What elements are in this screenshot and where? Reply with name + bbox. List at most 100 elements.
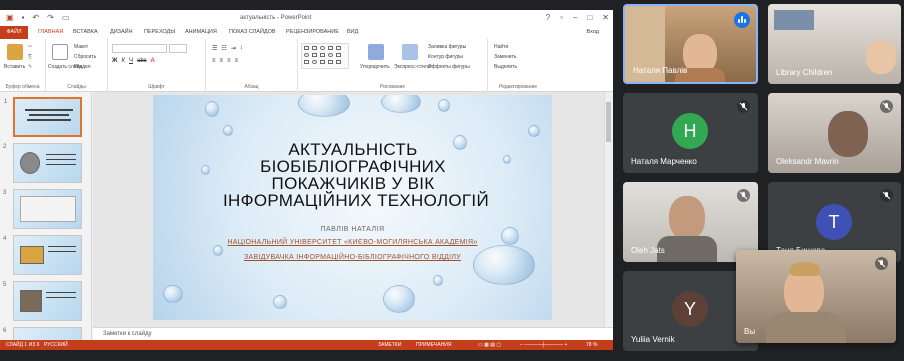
login-link[interactable]: Вход [587,29,599,35]
align-left-icon[interactable]: ≡ [212,58,216,64]
tab-home[interactable]: ГЛАВНАЯ [38,29,63,35]
tab-design[interactable]: ДИЗАЙН [110,29,133,35]
participant-tile[interactable]: Library Children [768,4,901,84]
replace-button[interactable]: Заменить [494,54,516,60]
slide-title-line: ПОКАЖЧИКІВ У ВІК [271,174,435,193]
font-name-box[interactable] [112,44,167,53]
view-buttons-icon[interactable]: ▭ ▦ ▤ ▢ [478,342,501,348]
quick-styles-icon[interactable] [402,44,418,60]
paragraph-group-label: Абзац [244,84,259,90]
quick-styles-button[interactable]: Экспресс-стили [394,64,431,70]
indent-icon[interactable]: ⇥ [231,45,236,52]
slide-thumbnail[interactable]: 6 [3,327,82,340]
select-button[interactable]: Выделить [494,64,517,70]
layout-button[interactable]: Макет [74,44,88,50]
copy-icon[interactable]: ⎘ [28,54,32,60]
slide-thumbnail[interactable]: 5 [3,281,82,321]
tab-transitions[interactable]: ПЕРЕХОДЫ [144,29,175,35]
shapes-gallery[interactable] [301,43,349,69]
language-indicator[interactable]: РУССКИЙ [44,342,68,348]
slide-thumbnail[interactable]: 4 [3,235,82,275]
ribbon-display-icon[interactable]: ▫ [560,13,563,22]
minimize-icon[interactable]: – [573,13,577,22]
cut-icon[interactable]: ✂ [28,44,32,50]
tab-insert[interactable]: ВСТАВКА [73,29,98,35]
arrange-button[interactable]: Упорядочить [360,64,390,70]
shape-outline-button[interactable]: Контур фигуры [428,54,463,60]
align-right-icon[interactable]: ≡ [227,58,231,64]
underline-icon[interactable]: Ч [129,58,133,64]
muted-mic-icon [737,189,750,202]
thumbnail-number: 5 [3,282,7,288]
water-drop-decoration [433,275,443,286]
notes-toggle[interactable]: ЗАМЕТКИ [378,342,401,348]
screen: ▣ ▪ ↶ ↷ ▭ актуальність - PowerPoint ? ▫ … [0,0,904,361]
thumbnail-number: 6 [3,328,7,334]
slide-thumbnail[interactable]: 2 [3,143,82,183]
save-icon[interactable]: ▪ [22,13,25,22]
new-slide-icon[interactable] [52,44,68,60]
avatar: T [816,204,852,240]
slides-group: Создать слайд Макет Сбросить Раздел Слай… [46,39,108,92]
paste-icon[interactable] [7,44,23,60]
water-drop-decoration [163,285,183,303]
slide-thumbnails-pane[interactable]: 1 2 3 4 5 6 [0,92,92,340]
comments-toggle[interactable]: ПРИМЕЧАНИЯ [416,342,452,348]
reset-button[interactable]: Сбросить [74,54,96,60]
tab-review[interactable]: РЕЦЕНЗИРОВАНИЕ [286,29,339,35]
font-size-box[interactable] [169,44,187,53]
water-drop-decoration [438,99,450,112]
maximize-icon[interactable]: □ [587,13,592,22]
start-slideshow-icon[interactable]: ▭ [62,13,70,22]
arrange-icon[interactable] [368,44,384,60]
slide-position[interactable]: ЗАВІДУВАЧКА ІНФОРМАЦІЙНО-БІБЛІОГРАФІЧНОГ… [153,254,552,261]
slide-thumbnail[interactable]: 1 [4,97,82,137]
participant-name: Oleksandr Mavrin [776,157,839,166]
close-icon[interactable]: ✕ [602,13,609,22]
participant-tile[interactable]: Наталя Павлів [623,4,758,84]
scrollbar-thumb[interactable] [606,102,611,142]
muted-mic-icon [875,257,888,270]
paste-button[interactable]: Вставить [4,64,25,70]
self-view-tile[interactable]: Вы [736,250,896,343]
zoom-level[interactable]: 78 % [586,342,597,348]
slide-author[interactable]: ПАВЛІВ НАТАЛІЯ [153,226,552,233]
notes-pane[interactable]: Заметки к слайду [93,327,613,340]
font-color-icon[interactable]: A [151,58,155,64]
zoom-slider[interactable]: – ─────┼───── + [520,342,567,348]
justify-icon[interactable]: ≡ [235,58,239,64]
muted-mic-icon [880,100,893,113]
shape-fill-button[interactable]: Заливка фигуры [428,44,466,50]
slide-thumbnail[interactable]: 3 [3,189,82,229]
participant-tile[interactable]: Н Наталя Марченко [623,93,758,173]
slide-canvas[interactable]: АКТУАЛЬНІСТЬ БІОБІБЛІОГРАФІЧНИХ ПОКАЖЧИК… [153,95,552,320]
vertical-scrollbar[interactable] [604,92,612,327]
slide-affiliation[interactable]: НАЦІОНАЛЬНИЙ УНІВЕРСИТЕТ «КИЄВО-МОГИЛЯНС… [153,239,552,246]
tab-view[interactable]: ВИД [347,29,358,35]
redo-icon[interactable]: ↷ [47,13,54,22]
line-spacing-icon[interactable]: ↕ [240,45,243,52]
slide-editing-pane[interactable]: АКТУАЛЬНІСТЬ БІОБІБЛІОГРАФІЧНИХ ПОКАЖЧИК… [93,92,610,327]
italic-icon[interactable]: К [121,58,125,64]
tab-file[interactable]: ФАЙЛ [0,26,28,39]
thumbnail-text-line [48,246,76,247]
align-center-icon[interactable]: ≡ [220,58,224,64]
strike-icon[interactable]: abc [137,58,147,64]
help-icon[interactable]: ? [546,13,550,22]
thumbnail-number: 1 [4,99,8,105]
undo-icon[interactable]: ↶ [32,13,39,22]
slide-title[interactable]: АКТУАЛЬНІСТЬ БІОБІБЛІОГРАФІЧНИХ ПОКАЖЧИК… [223,141,489,210]
numbering-icon[interactable]: ☷ [221,45,226,52]
tab-slideshow[interactable]: ПОКАЗ СЛАЙДОВ [229,29,276,35]
slide-title-line: ІНФОРМАЦІЙНИХ ТЕХНОЛОГІЙ [223,191,489,210]
tab-animations[interactable]: АНИМАЦИЯ [185,29,217,35]
find-button[interactable]: Найти [494,44,508,50]
shape-effects-button[interactable]: Эффекты фигуры [428,64,470,70]
section-button[interactable]: Раздел [74,64,91,70]
bullets-icon[interactable]: ☰ [212,45,217,52]
format-painter-icon[interactable]: ✎ [28,64,32,70]
align-row: ≡ ≡ ≡ ≡ [212,58,238,64]
bold-icon[interactable]: Ж [112,58,117,64]
participant-tile[interactable]: Oleksandr Mavrin [768,93,901,173]
water-drop-decoration [503,155,511,164]
